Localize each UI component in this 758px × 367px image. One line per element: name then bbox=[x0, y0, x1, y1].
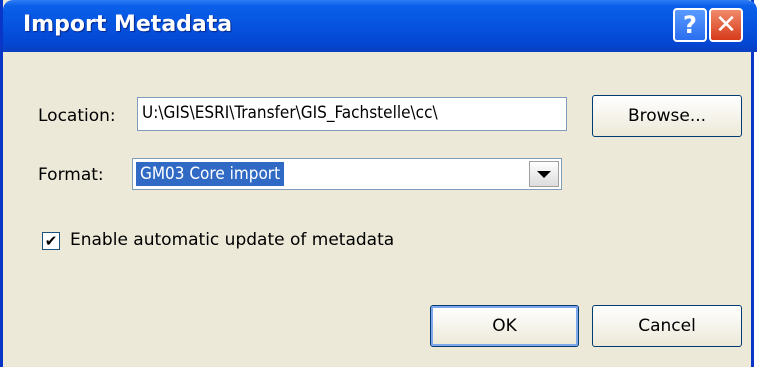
close-icon: ✕ bbox=[715, 10, 737, 40]
format-label: Format: bbox=[38, 165, 104, 185]
close-button[interactable]: ✕ bbox=[709, 8, 743, 42]
auto-update-checkbox[interactable]: ✔ bbox=[42, 232, 60, 250]
format-selected-value: GM03 Core import bbox=[136, 162, 285, 186]
auto-update-label[interactable]: Enable automatic update of metadata bbox=[70, 230, 394, 250]
dialog-title: Import Metadata bbox=[23, 12, 233, 37]
browse-button[interactable]: Browse... bbox=[592, 95, 742, 137]
ok-button[interactable]: OK bbox=[430, 305, 579, 347]
help-button[interactable]: ? bbox=[673, 8, 707, 42]
chevron-down-icon bbox=[537, 170, 551, 178]
location-input[interactable]: U:\GIS\ESRI\Transfer\GIS_Fachstelle\cc\ bbox=[137, 97, 567, 131]
location-label: Location: bbox=[38, 106, 116, 126]
format-dropdown-button[interactable] bbox=[529, 161, 559, 187]
cancel-button[interactable]: Cancel bbox=[592, 305, 742, 347]
title-bar[interactable]: Import Metadata ? ✕ bbox=[3, 0, 757, 52]
format-select[interactable]: GM03 Core import bbox=[132, 158, 562, 190]
help-icon: ? bbox=[683, 11, 697, 39]
checkmark-icon: ✔ bbox=[44, 231, 58, 250]
